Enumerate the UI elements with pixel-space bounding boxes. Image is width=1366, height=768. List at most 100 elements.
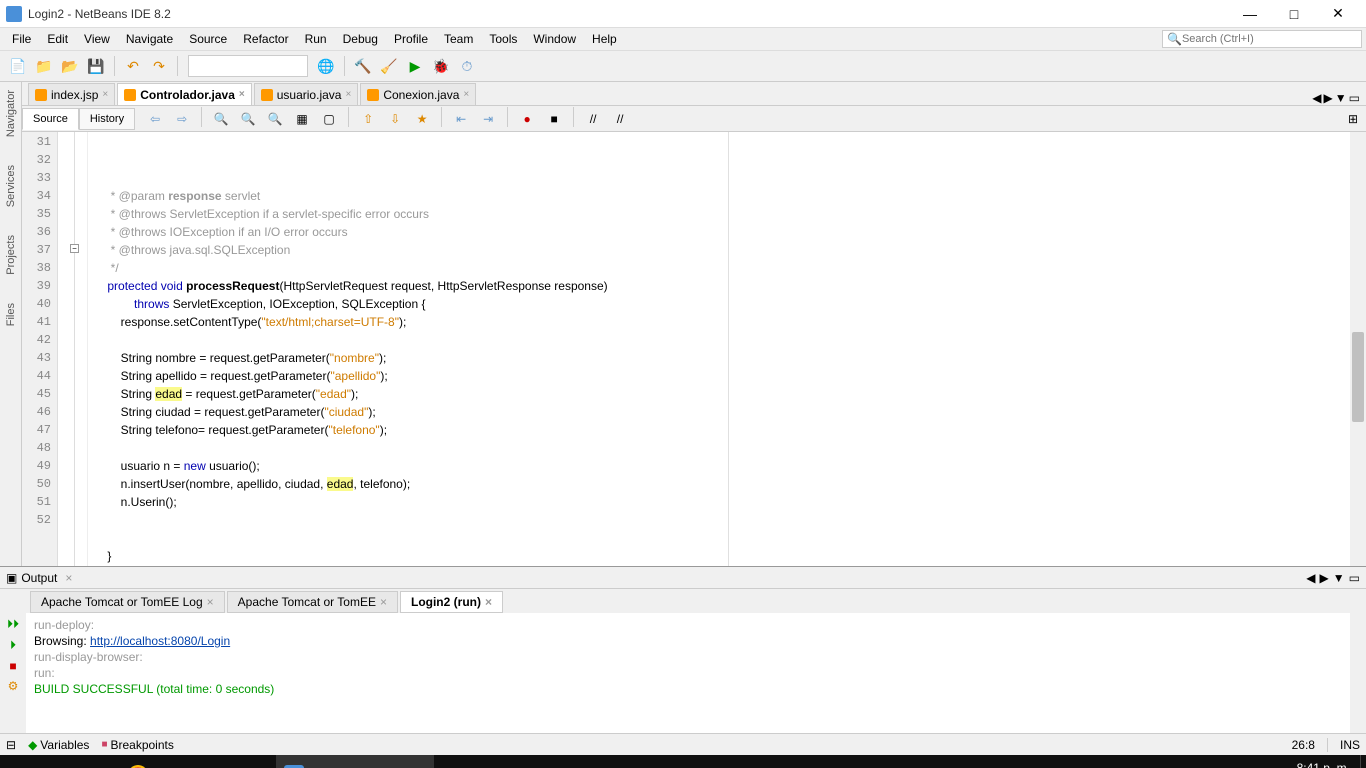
config-combo[interactable] bbox=[188, 55, 308, 77]
code-editor[interactable]: * @param response servlet * @throws Serv… bbox=[88, 132, 1366, 566]
start-button[interactable]: ⊞ bbox=[0, 755, 40, 768]
output-tab[interactable]: Login2 (run)× bbox=[400, 591, 503, 613]
tab-scroll-right-icon[interactable]: ▶ bbox=[1324, 91, 1333, 105]
menu-profile[interactable]: Profile bbox=[386, 30, 436, 48]
uncomment-button[interactable]: // bbox=[608, 107, 632, 131]
stop-icon[interactable]: ■ bbox=[9, 659, 16, 673]
menu-tools[interactable]: Tools bbox=[481, 30, 525, 48]
menu-view[interactable]: View bbox=[76, 30, 118, 48]
fold-toggle-icon[interactable]: − bbox=[70, 244, 79, 253]
open-project-button[interactable]: 📂 bbox=[58, 54, 82, 78]
output-tab[interactable]: Apache Tomcat or TomEE Log× bbox=[30, 591, 225, 613]
rerun2-icon[interactable]: ⏵ bbox=[10, 638, 16, 653]
close-icon[interactable]: × bbox=[207, 595, 214, 609]
output-dropdown-icon[interactable]: ▼ bbox=[1333, 571, 1345, 585]
file-tab[interactable]: Controlador.java× bbox=[117, 83, 252, 105]
side-tab-projects[interactable]: Projects bbox=[3, 231, 19, 279]
taskbar-chrome[interactable]: (1) Programadores ... bbox=[120, 755, 276, 768]
shift-left-button[interactable]: ⇤ bbox=[449, 107, 473, 131]
history-tab[interactable]: History bbox=[79, 108, 135, 130]
taskbar-mysql[interactable]: 🐬MySQL Workbench bbox=[434, 755, 583, 768]
variables-button[interactable]: ◆Variables bbox=[28, 738, 89, 752]
close-button[interactable]: ✕ bbox=[1316, 0, 1360, 28]
scrollbar-thumb[interactable] bbox=[1352, 332, 1364, 422]
file-tab[interactable]: usuario.java× bbox=[254, 83, 359, 105]
close-icon[interactable]: × bbox=[239, 89, 245, 100]
fold-gutter[interactable]: − bbox=[58, 132, 88, 566]
file-tab[interactable]: Conexion.java× bbox=[360, 83, 476, 105]
vertical-scrollbar[interactable] bbox=[1350, 132, 1366, 566]
taskbar-clock[interactable]: 8:41 p. m. 10/11/2017 bbox=[1281, 761, 1360, 768]
comment-button[interactable]: // bbox=[581, 107, 605, 131]
close-icon[interactable]: × bbox=[463, 89, 469, 100]
new-file-button[interactable]: 📄 bbox=[6, 54, 30, 78]
next-bookmark-button[interactable]: ⇩ bbox=[383, 107, 407, 131]
taskbar-netbeans[interactable]: Login2 - NetBeans I... bbox=[276, 755, 434, 768]
menu-refactor[interactable]: Refactor bbox=[235, 30, 296, 48]
search-box[interactable]: 🔍 bbox=[1162, 30, 1362, 48]
file-explorer[interactable]: 📁 bbox=[80, 755, 120, 768]
code-area[interactable]: 31 32 33 34 35 36 37 38 39 40 41 42 43 4… bbox=[22, 132, 1366, 566]
output-link[interactable]: http://localhost:8080/Login bbox=[90, 634, 230, 648]
build-button[interactable]: 🔨 bbox=[351, 54, 375, 78]
macro-stop-button[interactable]: ■ bbox=[542, 107, 566, 131]
menu-debug[interactable]: Debug bbox=[335, 30, 386, 48]
minimize-group-icon[interactable]: ⊟ bbox=[6, 738, 16, 752]
split-icon[interactable]: ⊞ bbox=[1348, 112, 1366, 126]
output-console[interactable]: run-deploy:Browsing: http://localhost:80… bbox=[26, 613, 1350, 733]
maximize-editor-icon[interactable]: ▭ bbox=[1349, 91, 1360, 105]
nav-back-button[interactable]: ⇦ bbox=[143, 107, 167, 131]
maximize-button[interactable]: □ bbox=[1272, 0, 1316, 28]
redo-button[interactable]: ↷ bbox=[147, 54, 171, 78]
macro-record-button[interactable]: ● bbox=[515, 107, 539, 131]
output-right-icon[interactable]: ▶ bbox=[1320, 571, 1329, 585]
close-icon[interactable]: × bbox=[380, 595, 387, 609]
menu-run[interactable]: Run bbox=[297, 30, 335, 48]
show-desktop[interactable] bbox=[1360, 755, 1366, 768]
close-icon[interactable]: × bbox=[102, 89, 108, 100]
settings-icon[interactable]: ⚙ bbox=[8, 679, 19, 693]
side-tab-services[interactable]: Services bbox=[3, 161, 19, 211]
menu-window[interactable]: Window bbox=[525, 30, 584, 48]
new-project-button[interactable]: 📁 bbox=[32, 54, 56, 78]
minimize-button[interactable]: — bbox=[1228, 0, 1272, 28]
rerun-icon[interactable]: ⏵⏵ bbox=[7, 617, 19, 632]
debug-button[interactable]: 🐞 bbox=[429, 54, 453, 78]
close-icon[interactable]: × bbox=[485, 595, 492, 609]
menu-help[interactable]: Help bbox=[584, 30, 625, 48]
output-scrollbar[interactable] bbox=[1350, 613, 1366, 733]
run-button[interactable]: ▶ bbox=[403, 54, 427, 78]
menu-edit[interactable]: Edit bbox=[39, 30, 76, 48]
menu-team[interactable]: Team bbox=[436, 30, 481, 48]
find-next-button[interactable]: 🔍 bbox=[263, 107, 287, 131]
cortana-search[interactable]: ⌕ bbox=[40, 755, 80, 768]
save-all-button[interactable]: 💾 bbox=[84, 54, 108, 78]
toggle-bookmark-button[interactable]: ★ bbox=[410, 107, 434, 131]
menu-file[interactable]: File bbox=[4, 30, 39, 48]
side-tab-navigator[interactable]: Navigator bbox=[3, 86, 19, 141]
output-max-icon[interactable]: ▭ bbox=[1349, 571, 1360, 585]
output-tab[interactable]: Apache Tomcat or TomEE× bbox=[227, 591, 398, 613]
menu-source[interactable]: Source bbox=[181, 30, 235, 48]
clean-build-button[interactable]: 🧹 bbox=[377, 54, 401, 78]
profile-button[interactable]: ⏱ bbox=[455, 54, 479, 78]
browser-button[interactable]: 🌐 bbox=[314, 54, 338, 78]
output-close-icon[interactable]: × bbox=[65, 571, 72, 585]
breakpoints-button[interactable]: ■Breakpoints bbox=[101, 738, 173, 752]
shift-right-button[interactable]: ⇥ bbox=[476, 107, 500, 131]
tab-dropdown-icon[interactable]: ▼ bbox=[1335, 91, 1347, 105]
prev-bookmark-button[interactable]: ⇧ bbox=[356, 107, 380, 131]
menu-navigate[interactable]: Navigate bbox=[118, 30, 181, 48]
source-tab[interactable]: Source bbox=[22, 108, 79, 130]
tab-scroll-left-icon[interactable]: ◀ bbox=[1312, 91, 1321, 105]
search-input[interactable] bbox=[1182, 33, 1357, 45]
toggle-rect-button[interactable]: ▢ bbox=[317, 107, 341, 131]
output-left-icon[interactable]: ◀ bbox=[1306, 571, 1315, 585]
close-icon[interactable]: × bbox=[345, 89, 351, 100]
taskbar-movies[interactable]: 🎬Movies & TV bbox=[584, 755, 698, 768]
toggle-highlight-button[interactable]: ▦ bbox=[290, 107, 314, 131]
side-tab-files[interactable]: Files bbox=[3, 299, 19, 330]
file-tab[interactable]: index.jsp× bbox=[28, 83, 115, 105]
find-selection-button[interactable]: 🔍 bbox=[209, 107, 233, 131]
find-prev-button[interactable]: 🔍 bbox=[236, 107, 260, 131]
